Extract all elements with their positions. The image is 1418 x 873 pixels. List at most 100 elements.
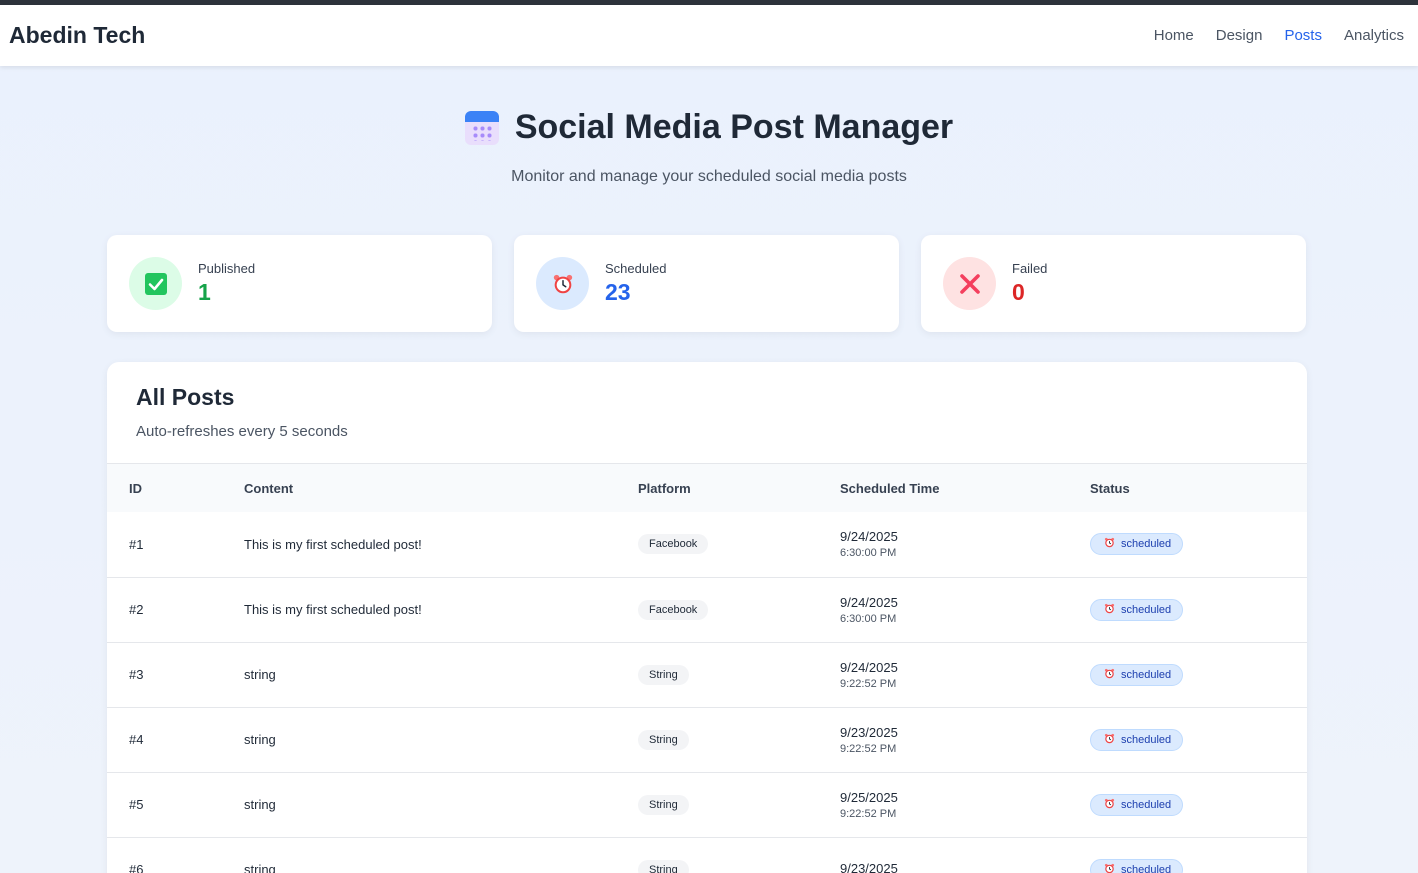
cell-scheduled-time: 9/24/2025 6:30:00 PM	[840, 512, 1090, 578]
scheduled-date: 9/25/2025	[840, 789, 898, 805]
platform-badge: String	[638, 859, 689, 873]
scheduled-clock-time: 6:30:00 PM	[840, 547, 897, 560]
posts-table: ID Content Platform Scheduled Time Statu…	[107, 464, 1307, 873]
cell-content: string	[244, 707, 638, 773]
scheduled-clock-time: 6:30:00 PM	[840, 612, 897, 625]
page-title: Social Media Post Manager	[514, 108, 954, 146]
alarm-clock-icon	[1104, 668, 1115, 682]
status-badge: scheduled	[1090, 858, 1184, 873]
nav-link-design[interactable]: Design	[1216, 27, 1263, 44]
page-title-wrap: Social Media Post Manager	[464, 108, 954, 147]
cell-platform: String	[638, 772, 840, 838]
scheduled-date: 9/23/2025	[840, 860, 898, 873]
page-subtitle: Monitor and manage your scheduled social…	[511, 167, 907, 185]
table-row[interactable]: #5 string String 9/25/2025 9:22:52 PM schedul…	[107, 772, 1307, 838]
nav-link-posts[interactable]: Posts	[1284, 27, 1322, 44]
cell-scheduled-time: 9/24/2025 9:22:52 PM	[840, 642, 1090, 708]
status-badge-label: scheduled	[1121, 538, 1172, 551]
scheduled-clock-time: 9:22:52 PM	[840, 742, 897, 755]
scheduled-date: 9/24/2025	[840, 659, 898, 675]
nav-link-analytics[interactable]: Analytics	[1344, 27, 1404, 44]
alarm-clock-icon	[1104, 537, 1115, 551]
table-row[interactable]: #2 This is my first scheduled post! Facebo…	[107, 577, 1307, 643]
column-header-platform[interactable]: Platform	[638, 464, 840, 512]
cell-status: scheduled	[1090, 577, 1307, 643]
column-header-status[interactable]: Status	[1090, 464, 1307, 512]
cell-content: This is my first scheduled post!	[244, 577, 638, 643]
cell-status: scheduled	[1090, 837, 1307, 873]
status-badge: scheduled	[1090, 728, 1184, 751]
alarm-clock-icon	[1104, 863, 1115, 873]
cell-id: #3	[107, 642, 244, 708]
table-row[interactable]: #6 string String 9/23/2025 scheduled	[107, 837, 1307, 873]
status-badge-label: scheduled	[1121, 798, 1172, 811]
stat-label-scheduled: Scheduled	[605, 261, 667, 276]
table-row[interactable]: #3 string String 9/24/2025 9:22:52 PM schedul…	[107, 642, 1307, 708]
nav-link-home[interactable]: Home	[1154, 27, 1194, 44]
cell-platform: String	[638, 642, 840, 708]
cell-platform: Facebook	[638, 512, 840, 578]
cell-content: string	[244, 772, 638, 838]
stat-card-published: Published 1	[107, 235, 492, 332]
stat-card-scheduled: Scheduled 23	[514, 235, 899, 332]
stat-value-failed: 0	[1012, 279, 1025, 305]
cell-id: #4	[107, 707, 244, 773]
scheduled-date: 9/24/2025	[840, 529, 898, 545]
stats-row: Published 1 Scheduled 23 Failed 0	[107, 235, 1307, 332]
cell-id: #5	[107, 772, 244, 838]
cell-scheduled-time: 9/23/2025 9:22:52 PM	[840, 707, 1090, 773]
scheduled-clock-time: 9:22:52 PM	[840, 677, 897, 690]
platform-badge: Facebook	[638, 599, 709, 620]
nav-links: Home Design Posts Analytics	[1154, 27, 1404, 44]
status-badge-label: scheduled	[1121, 668, 1172, 681]
cell-id: #2	[107, 577, 244, 643]
status-badge: scheduled	[1090, 793, 1184, 816]
table-row[interactable]: #4 string String 9/23/2025 9:22:52 PM schedul…	[107, 707, 1307, 773]
status-badge: scheduled	[1090, 533, 1184, 556]
stat-value-scheduled: 23	[605, 279, 631, 305]
cell-platform: Facebook	[638, 577, 840, 643]
check-icon	[129, 257, 182, 310]
column-header-content[interactable]: Content	[244, 464, 638, 512]
cell-content: string	[244, 642, 638, 708]
cell-content: This is my first scheduled post!	[244, 512, 638, 578]
cell-platform: String	[638, 837, 840, 873]
cell-status: scheduled	[1090, 642, 1307, 708]
scheduled-date: 9/24/2025	[840, 594, 898, 610]
cell-platform: String	[638, 707, 840, 773]
posts-header: All Posts Auto-refreshes every 5 seconds	[107, 362, 1307, 464]
scheduled-date: 9/23/2025	[840, 724, 898, 740]
status-badge-label: scheduled	[1121, 863, 1172, 873]
alarm-clock-icon	[536, 257, 589, 310]
table-header-row: ID Content Platform Scheduled Time Statu…	[107, 464, 1307, 512]
table-row[interactable]: #1 This is my first scheduled post! Facebo…	[107, 512, 1307, 578]
platform-badge: String	[638, 729, 689, 750]
alarm-clock-icon	[1104, 798, 1115, 812]
platform-badge: String	[638, 794, 689, 815]
cell-content: string	[244, 837, 638, 873]
cell-status: scheduled	[1090, 772, 1307, 838]
cell-status: scheduled	[1090, 512, 1307, 578]
posts-subtitle: Auto-refreshes every 5 seconds	[136, 423, 348, 440]
cell-scheduled-time: 9/24/2025 6:30:00 PM	[840, 577, 1090, 643]
scheduled-clock-time: 9:22:52 PM	[840, 807, 897, 820]
status-badge: scheduled	[1090, 598, 1184, 621]
platform-badge: String	[638, 664, 689, 685]
stat-label-published: Published	[198, 261, 256, 276]
column-header-id[interactable]: ID	[107, 464, 244, 512]
cell-id: #6	[107, 837, 244, 873]
stat-card-failed: Failed 0	[921, 235, 1306, 332]
posts-table-body: #1 This is my first scheduled post! Facebo…	[107, 512, 1307, 873]
cross-icon	[943, 257, 996, 310]
column-header-scheduled-time[interactable]: Scheduled Time	[840, 464, 1090, 512]
hero: Social Media Post Manager Monitor and ma…	[0, 108, 1418, 186]
cell-status: scheduled	[1090, 707, 1307, 773]
platform-badge: Facebook	[638, 534, 709, 555]
cell-scheduled-time: 9/25/2025 9:22:52 PM	[840, 772, 1090, 838]
cell-id: #1	[107, 512, 244, 578]
stat-value-published: 1	[198, 279, 211, 305]
stat-label-failed: Failed	[1012, 261, 1048, 276]
status-badge-label: scheduled	[1121, 603, 1172, 616]
status-badge-label: scheduled	[1121, 733, 1172, 746]
brand-logo[interactable]: Abedin Tech	[9, 22, 145, 49]
